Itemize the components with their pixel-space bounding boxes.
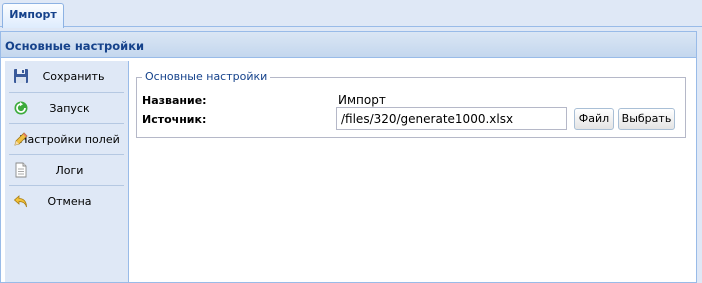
cancel-button[interactable]: Отмена <box>9 185 124 216</box>
main-settings-fieldset: Основные настройки Название: Импорт Исто… <box>136 70 686 138</box>
run-button[interactable]: Запуск <box>9 92 124 123</box>
file-button[interactable]: Файл <box>574 108 614 130</box>
tab-import[interactable]: Импорт <box>2 3 64 28</box>
settings-window: Основные настройки Сохранить Запуск Наст… <box>0 31 697 283</box>
name-value: Импорт <box>338 93 386 107</box>
document-icon <box>15 162 27 178</box>
pencil-icon <box>14 132 28 146</box>
window-title: Основные настройки <box>1 32 696 58</box>
choose-button[interactable]: Выбрать <box>618 108 675 130</box>
window-body: Сохранить Запуск Настройки полей Логи От… <box>1 58 696 282</box>
left-toolbar: Сохранить Запуск Настройки полей Логи От… <box>5 61 129 282</box>
save-button[interactable]: Сохранить <box>9 61 124 92</box>
field-settings-button[interactable]: Настройки полей <box>9 123 124 154</box>
content-area: Основные настройки Название: Импорт Исто… <box>129 58 696 282</box>
name-label: Название: <box>142 94 207 107</box>
fieldset-legend: Основные настройки <box>142 70 271 83</box>
source-input[interactable] <box>336 107 567 130</box>
logs-button[interactable]: Логи <box>9 154 124 185</box>
source-label: Источник: <box>142 113 207 126</box>
tab-strip: Импорт <box>0 0 702 28</box>
undo-arrow-icon <box>13 195 27 208</box>
run-arrow-icon <box>14 101 28 115</box>
floppy-disk-icon <box>14 69 28 83</box>
